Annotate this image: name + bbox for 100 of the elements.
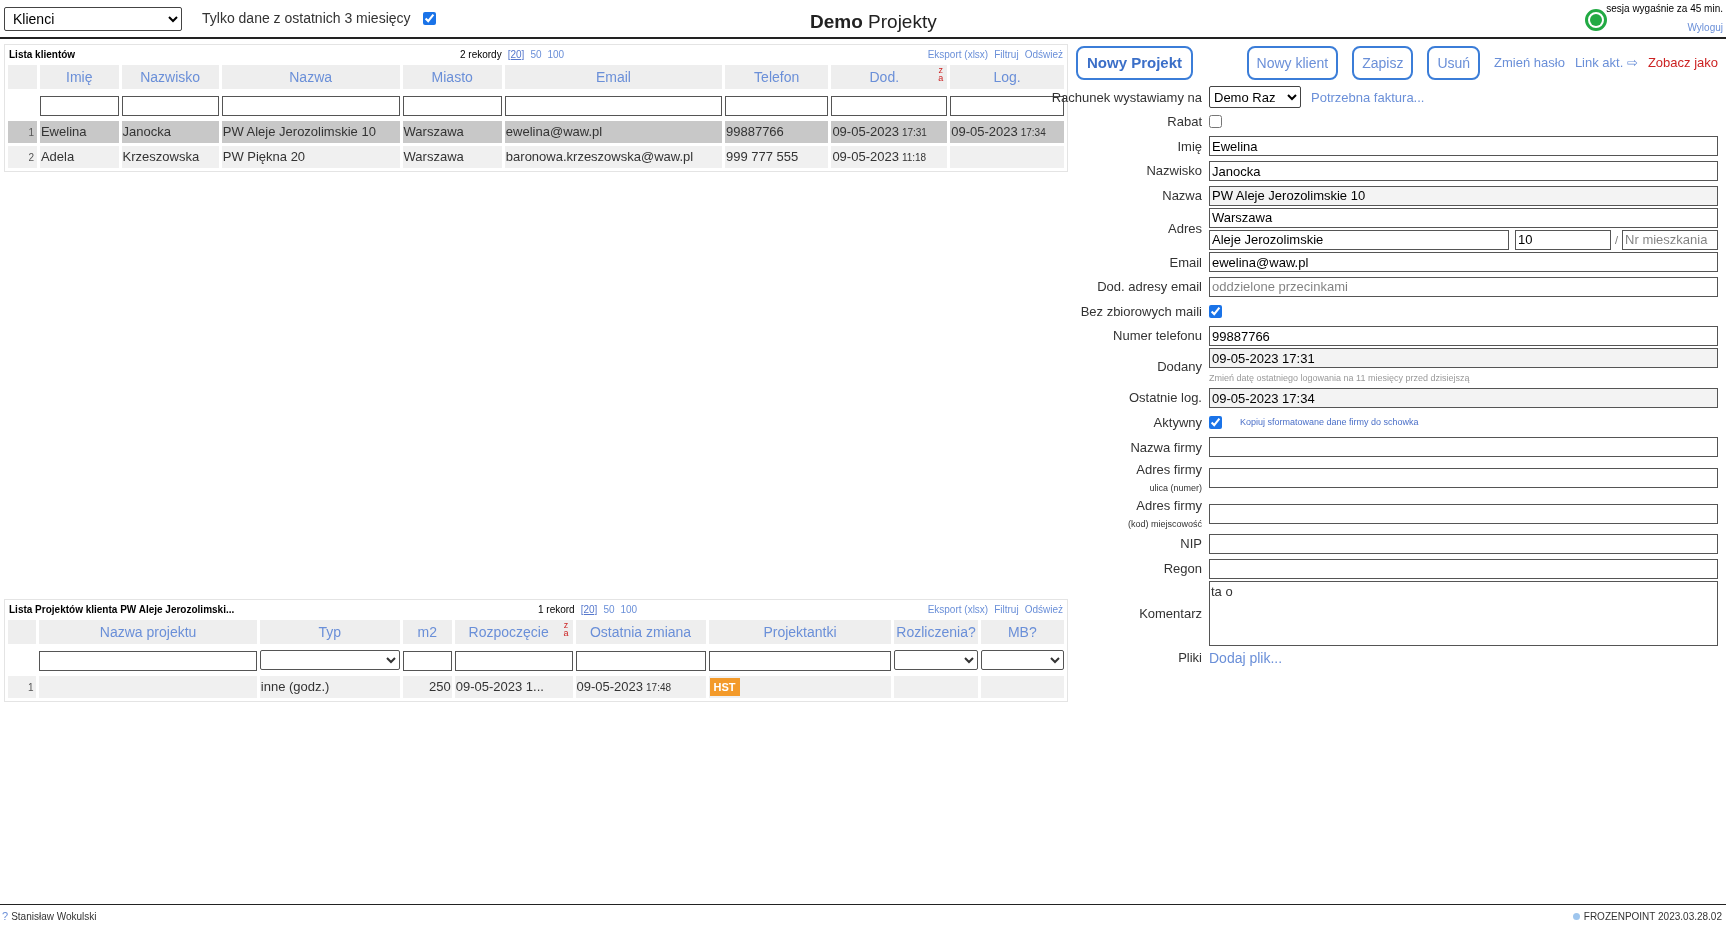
toolbar-link[interactable]: Zobacz jako [1647, 53, 1718, 73]
filter-field[interactable] [402, 96, 502, 116]
filter-field[interactable] [221, 96, 400, 116]
filter-select[interactable] [259, 650, 400, 670]
filter-field[interactable] [504, 96, 722, 116]
checkbox[interactable] [422, 12, 436, 25]
add-file-link[interactable]: Dodaj plik... [1209, 647, 1283, 669]
filter-field[interactable] [454, 651, 573, 671]
checkbox[interactable] [1209, 416, 1222, 430]
address-separator: / [1615, 232, 1619, 248]
toolbar-button[interactable]: Usuń [1427, 46, 1481, 80]
toolbar-button[interactable]: Nowy Projekt [1076, 46, 1194, 80]
checkbox[interactable] [1209, 304, 1222, 318]
table-title: Lista klientów [9, 47, 76, 62]
field-sublabel: ulica (numer) [1149, 482, 1202, 496]
text-field[interactable]: 09-05-2023 17:31 [1209, 348, 1718, 369]
table-cell: Adela [39, 146, 119, 168]
toolbar-link[interactable]: Link akt. ⇨ [1574, 53, 1638, 73]
filter-field[interactable] [39, 651, 257, 671]
filter-field[interactable] [708, 651, 892, 671]
filter-select[interactable] [980, 650, 1064, 670]
field-label: Numer telefonu [1113, 327, 1202, 346]
copy-link[interactable]: Kopiuj sformatowane dane firmy do schowka [1240, 416, 1419, 430]
filter-field[interactable] [121, 96, 219, 116]
field-label: Dod. adresy email [1097, 278, 1202, 297]
comment-field[interactable]: ta o [1209, 580, 1718, 646]
column-header[interactable]: Nazwa projektu [39, 620, 257, 644]
toolbar-link[interactable]: Filtruj [994, 601, 1019, 617]
invoice-link[interactable]: Potrzebna faktura... [1311, 87, 1425, 108]
column-header[interactable]: Telefon [725, 65, 829, 89]
text-field[interactable] [1209, 467, 1718, 488]
column-header[interactable]: Typ [259, 620, 400, 644]
sort-indicator[interactable]: z a [938, 66, 944, 82]
field-note: Zmień datę ostatniego logowania na 11 miesięcy przed dzisiejszą [1209, 372, 1471, 386]
toolbar-link[interactable]: Zmień hasło [1494, 53, 1565, 73]
toolbar-link[interactable]: Odśwież [1024, 46, 1063, 62]
toolbar-link[interactable]: Odśwież [1024, 601, 1063, 617]
text-field[interactable] [1209, 533, 1718, 554]
column-header[interactable]: Email [504, 65, 722, 89]
number-field[interactable]: 10 [1515, 229, 1611, 250]
page-size-link[interactable]: 50 [603, 602, 615, 617]
column-header[interactable]: m2 [402, 620, 452, 644]
toolbar-link[interactable]: Eksport (xlsx) [927, 46, 989, 62]
text-field[interactable] [1209, 558, 1718, 579]
page-size-link[interactable]: [20] [580, 602, 598, 617]
text-field[interactable] [1209, 503, 1718, 524]
column-header[interactable]: Ostatnia zmiana [575, 620, 706, 644]
help-link[interactable]: ? [2, 908, 9, 925]
table-cell: 09-05-2023 17:31 [831, 121, 948, 143]
field-label: Nazwisko [1146, 162, 1202, 181]
column-header[interactable]: Miasto [402, 65, 502, 89]
table-cell: inne (godz.) [259, 676, 400, 698]
column-header[interactable]: Nazwa [221, 65, 400, 89]
toolbar-link[interactable]: Filtruj [994, 46, 1019, 62]
column-header[interactable]: Rozpoczęcie z a [454, 620, 573, 644]
filter-select[interactable] [894, 650, 978, 670]
text-field[interactable]: Ewelina [1209, 136, 1718, 157]
field-sublabel: (kod) miejscowość [1127, 518, 1202, 532]
text-field[interactable]: 99887766 [1209, 326, 1718, 347]
table-cell: ewelina@waw.pl [504, 121, 722, 143]
city-field[interactable]: Warszawa [1209, 207, 1718, 228]
text-field[interactable]: oddzielone przecinkami [1209, 276, 1718, 297]
user-name: Stanisław Wokulski [11, 910, 97, 924]
table-row[interactable]: 1 Ewelina Janocka PW Aleje Jerozolimskie 10 Warszawa ewelina@waw.pl 99887766 09-05-2023 17:31 09-05-2023 17:34 [8, 121, 1064, 143]
flat-field[interactable]: Nr mieszkania [1622, 229, 1718, 250]
text-field[interactable]: 09-05-2023 17:34 [1209, 388, 1718, 409]
table-cell: PW Piękna 20 [221, 146, 400, 168]
table-row[interactable]: 2 Adela Krzeszowska PW Piękna 20 Warszawa baronowa.krzeszowska@waw.pl 999 777 555 09-05-2023 11:18 [8, 146, 1064, 168]
text-field[interactable]: ewelina@waw.pl [1209, 252, 1718, 273]
status-indicator-icon [1585, 9, 1607, 31]
page-size-link[interactable]: 100 [547, 47, 565, 62]
invoice-select[interactable]: Demo Raz [1209, 86, 1301, 109]
toolbar-button[interactable]: Zapisz [1352, 46, 1414, 80]
column-header[interactable]: Log. [950, 65, 1064, 89]
filter-field[interactable] [402, 651, 452, 671]
page-size-link[interactable]: [20] [507, 47, 525, 62]
table-row[interactable]: 1 inne (godz.) 250 09-05-2023 1... 09-05-2023 17:48 HST [8, 676, 1064, 698]
column-header[interactable]: Dod. z a [831, 65, 948, 89]
text-field[interactable] [1209, 437, 1718, 458]
filter-field[interactable] [39, 96, 119, 116]
toolbar-button[interactable]: Nowy klient [1246, 46, 1339, 80]
column-header[interactable]: Imię [39, 65, 119, 89]
text-field[interactable]: PW Aleje Jerozolimskie 10 [1209, 185, 1718, 206]
page-size-link[interactable]: 100 [620, 602, 638, 617]
logout-link[interactable]: Wyloguj [1687, 20, 1723, 35]
column-header[interactable]: Rozliczenia? [894, 620, 978, 644]
filter-field[interactable] [725, 96, 829, 116]
sort-indicator[interactable]: z a [563, 621, 569, 637]
checkbox[interactable] [1209, 115, 1222, 129]
page-size-link[interactable]: 50 [530, 47, 542, 62]
column-header[interactable]: MB? [980, 620, 1064, 644]
toolbar-link[interactable]: Eksport (xlsx) [927, 601, 989, 617]
text-field[interactable]: Janocka [1209, 161, 1718, 182]
column-header[interactable]: Nazwisko [121, 65, 219, 89]
view-select[interactable]: Klienci [4, 6, 182, 31]
column-header[interactable]: Projektantki [708, 620, 892, 644]
street-field[interactable]: Aleje Jerozolimskie [1209, 229, 1509, 250]
filter-field[interactable] [831, 96, 948, 116]
table-cell: 09-05-2023 17:34 [950, 121, 1064, 143]
filter-field[interactable] [575, 651, 706, 671]
